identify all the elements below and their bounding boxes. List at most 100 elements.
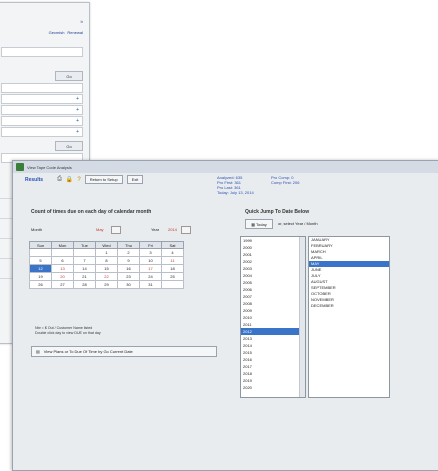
return-to-setup-button[interactable]: Return to Setup [84, 175, 123, 184]
year-item[interactable]: 2000 [241, 244, 305, 251]
bg-row: + [1, 105, 83, 115]
day-cell[interactable]: 4 [161, 248, 184, 257]
day-cell[interactable]: 5 [29, 256, 52, 265]
month-item[interactable]: DECEMBER [309, 303, 389, 309]
day-header: Sat [161, 241, 184, 249]
day-cell[interactable]: 29 [95, 280, 118, 289]
day-cell[interactable]: 13 [51, 264, 74, 273]
bg-link-2[interactable]: Gecmish [49, 30, 65, 35]
day-cell[interactable]: 7 [73, 256, 96, 265]
day-cell[interactable]: 19 [29, 272, 52, 281]
year-item[interactable]: 2015 [241, 349, 305, 356]
calendar-notes: Nbr = $ Out / Customer Name listed Doubl… [35, 326, 101, 336]
day-cell[interactable]: 10 [139, 256, 162, 265]
view-plans-button[interactable]: ▤ View Plans or To Due Of Time by Go Cur… [31, 346, 217, 357]
year-item[interactable]: 2003 [241, 265, 305, 272]
day-cell[interactable]: 6 [51, 256, 74, 265]
year-item[interactable]: 2014 [241, 342, 305, 349]
year-item[interactable]: 2005 [241, 279, 305, 286]
bg-link-1[interactable]: Ir [81, 19, 83, 24]
bg-row [1, 47, 83, 57]
add-icon[interactable]: + [76, 118, 79, 124]
year-item[interactable]: 2013 [241, 335, 305, 342]
exit-button[interactable]: Exit [126, 175, 144, 184]
toolbar-label: Results [25, 176, 44, 183]
year-spinner[interactable] [181, 226, 191, 234]
year-item[interactable]: 2019 [241, 377, 305, 384]
day-cell[interactable]: 15 [95, 264, 118, 273]
add-icon[interactable]: + [76, 129, 79, 135]
year-item[interactable]: 2002 [241, 258, 305, 265]
year-item[interactable]: 2020 [241, 384, 305, 391]
year-item[interactable]: 2009 [241, 307, 305, 314]
printer-icon[interactable]: ⎙ [57, 176, 62, 183]
year-item-selected[interactable]: 2012 [241, 328, 305, 335]
day-cell[interactable] [51, 248, 74, 257]
day-cell[interactable]: 25 [161, 272, 184, 281]
day-cell[interactable]: 2 [117, 248, 140, 257]
year-item[interactable]: 2018 [241, 370, 305, 377]
year-item[interactable]: 2004 [241, 272, 305, 279]
day-cell[interactable]: 11 [161, 256, 184, 265]
day-cell[interactable]: 3 [139, 248, 162, 257]
year-list-scrollbar[interactable] [299, 237, 305, 397]
day-cell-selected[interactable]: 12 [29, 264, 52, 273]
add-icon[interactable]: + [76, 107, 79, 113]
day-cell[interactable]: 20 [51, 272, 74, 281]
lock-icon[interactable]: 🔒 [66, 176, 73, 183]
day-cell[interactable]: 14 [73, 264, 96, 273]
day-cell[interactable]: 31 [139, 280, 162, 289]
year-list[interactable]: 1999 2000 2001 2002 2003 2004 2005 2006 … [240, 236, 306, 398]
bg-top-row-2: Gecmish Renewal [0, 30, 83, 35]
calendar-week-row: 1 2 3 4 [29, 248, 184, 257]
day-header: Mon [51, 241, 74, 249]
month-list[interactable]: JANUARY FEBRUARY MARCH APRIL MAY JUNE JU… [308, 236, 390, 398]
add-icon[interactable]: + [76, 96, 79, 102]
calendar-week-row: 5 6 7 8 9 10 11 [29, 256, 184, 265]
year-item[interactable]: 2001 [241, 251, 305, 258]
bg-go-label: Go [66, 73, 72, 79]
year-item[interactable]: 2007 [241, 293, 305, 300]
year-value[interactable]: 2014 [168, 227, 177, 232]
bg-link-3[interactable]: Renewal [67, 30, 83, 35]
day-cell[interactable]: 21 [73, 272, 96, 281]
day-cell[interactable]: 30 [117, 280, 140, 289]
day-cell[interactable]: 28 [73, 280, 96, 289]
year-item[interactable]: 2011 [241, 321, 305, 328]
today-button[interactable]: ▦ Today [245, 219, 273, 229]
day-cell[interactable]: 17 [139, 264, 162, 273]
day-cell[interactable]: 27 [51, 280, 74, 289]
day-cell[interactable]: 22 [95, 272, 118, 281]
month-spinner[interactable] [111, 226, 121, 234]
exit-label: Exit [131, 177, 139, 182]
help-icon[interactable]: ? [77, 177, 80, 183]
day-header: Fri [139, 241, 162, 249]
toolbar: Results ⎙ 🔒 ? Return to Setup Exit [25, 175, 144, 184]
year-item[interactable]: 2008 [241, 300, 305, 307]
day-cell[interactable]: 16 [117, 264, 140, 273]
quick-jump-panel: Quick Jump To Date Below ▦ Today or, sel… [223, 206, 428, 456]
day-cell[interactable] [29, 248, 52, 257]
day-cell[interactable]: 8 [95, 256, 118, 265]
month-value[interactable]: May [96, 227, 104, 232]
tape-code-dialog: View Tape Code Analysis Results ⎙ 🔒 ? Re… [12, 160, 438, 471]
bg-go-button[interactable]: Go [55, 71, 83, 81]
day-cell[interactable]: 23 [117, 272, 140, 281]
year-item[interactable]: 2006 [241, 286, 305, 293]
bg-go-button-2[interactable]: Go [55, 141, 83, 151]
day-cell[interactable]: 9 [117, 256, 140, 265]
day-header: Sun [29, 241, 52, 249]
year-item[interactable]: 1999 [241, 237, 305, 244]
year-item[interactable]: 2017 [241, 363, 305, 370]
day-cell[interactable]: 1 [95, 248, 118, 257]
info-left: Analyzed: 635 Pro First: 361 Pro Last: 3… [217, 175, 254, 195]
year-item[interactable]: 2016 [241, 356, 305, 363]
year-item[interactable]: 2010 [241, 314, 305, 321]
app-logo-icon [16, 163, 24, 171]
day-cell[interactable]: 24 [139, 272, 162, 281]
bg-go-label: Go [66, 143, 72, 149]
day-cell[interactable]: 18 [161, 264, 184, 273]
day-cell[interactable] [73, 248, 96, 257]
day-cell[interactable] [161, 280, 184, 289]
day-cell[interactable]: 26 [29, 280, 52, 289]
